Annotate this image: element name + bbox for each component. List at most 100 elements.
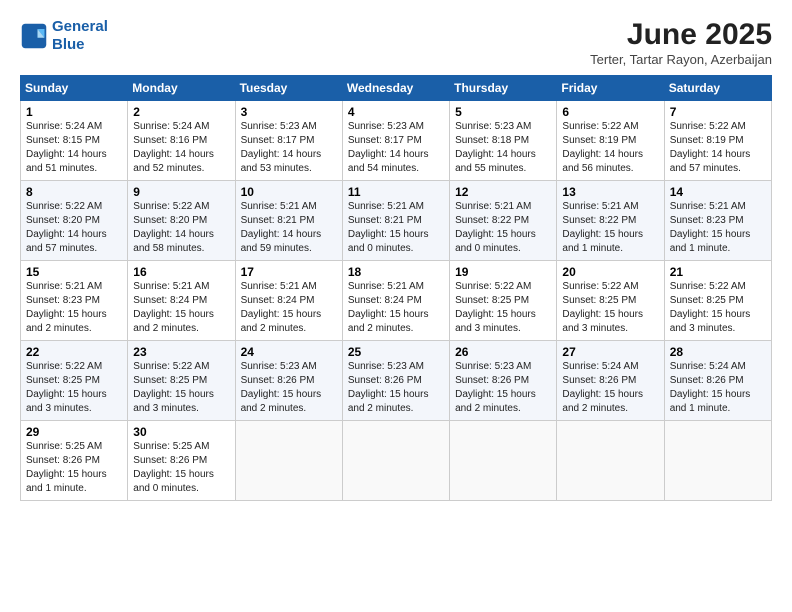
- calendar-cell: 26Sunrise: 5:23 AM Sunset: 8:26 PM Dayli…: [450, 341, 557, 421]
- calendar-cell: [342, 421, 449, 501]
- day-number: 30: [133, 425, 229, 439]
- day-number: 17: [241, 265, 337, 279]
- calendar-cell: 21Sunrise: 5:22 AM Sunset: 8:25 PM Dayli…: [664, 261, 771, 341]
- day-number: 22: [26, 345, 122, 359]
- calendar-cell: 8Sunrise: 5:22 AM Sunset: 8:20 PM Daylig…: [21, 181, 128, 261]
- day-info: Sunrise: 5:25 AM Sunset: 8:26 PM Dayligh…: [133, 440, 229, 496]
- calendar-cell: 25Sunrise: 5:23 AM Sunset: 8:26 PM Dayli…: [342, 341, 449, 421]
- logo: General Blue: [20, 18, 108, 54]
- day-number: 21: [670, 265, 766, 279]
- day-number: 28: [670, 345, 766, 359]
- day-info: Sunrise: 5:23 AM Sunset: 8:18 PM Dayligh…: [455, 120, 551, 176]
- col-header-monday: Monday: [128, 76, 235, 101]
- day-number: 27: [562, 345, 658, 359]
- calendar-cell: 23Sunrise: 5:22 AM Sunset: 8:25 PM Dayli…: [128, 341, 235, 421]
- calendar-cell: 10Sunrise: 5:21 AM Sunset: 8:21 PM Dayli…: [235, 181, 342, 261]
- logo-line1: General: [52, 18, 108, 35]
- day-number: 18: [348, 265, 444, 279]
- col-header-sunday: Sunday: [21, 76, 128, 101]
- day-number: 2: [133, 105, 229, 119]
- day-info: Sunrise: 5:21 AM Sunset: 8:21 PM Dayligh…: [241, 200, 337, 256]
- calendar-cell: 7Sunrise: 5:22 AM Sunset: 8:19 PM Daylig…: [664, 101, 771, 181]
- week-row-2: 8Sunrise: 5:22 AM Sunset: 8:20 PM Daylig…: [21, 181, 772, 261]
- day-info: Sunrise: 5:24 AM Sunset: 8:16 PM Dayligh…: [133, 120, 229, 176]
- day-number: 20: [562, 265, 658, 279]
- day-info: Sunrise: 5:22 AM Sunset: 8:25 PM Dayligh…: [133, 360, 229, 416]
- day-info: Sunrise: 5:22 AM Sunset: 8:25 PM Dayligh…: [562, 280, 658, 336]
- header-row: SundayMondayTuesdayWednesdayThursdayFrid…: [21, 76, 772, 101]
- day-info: Sunrise: 5:23 AM Sunset: 8:26 PM Dayligh…: [241, 360, 337, 416]
- day-info: Sunrise: 5:21 AM Sunset: 8:23 PM Dayligh…: [670, 200, 766, 256]
- day-number: 12: [455, 185, 551, 199]
- day-info: Sunrise: 5:21 AM Sunset: 8:23 PM Dayligh…: [26, 280, 122, 336]
- col-header-saturday: Saturday: [664, 76, 771, 101]
- calendar-cell: 15Sunrise: 5:21 AM Sunset: 8:23 PM Dayli…: [21, 261, 128, 341]
- calendar-cell: [235, 421, 342, 501]
- week-row-1: 1Sunrise: 5:24 AM Sunset: 8:15 PM Daylig…: [21, 101, 772, 181]
- day-number: 19: [455, 265, 551, 279]
- day-number: 13: [562, 185, 658, 199]
- day-info: Sunrise: 5:22 AM Sunset: 8:19 PM Dayligh…: [670, 120, 766, 176]
- day-info: Sunrise: 5:22 AM Sunset: 8:25 PM Dayligh…: [26, 360, 122, 416]
- day-info: Sunrise: 5:21 AM Sunset: 8:22 PM Dayligh…: [562, 200, 658, 256]
- day-number: 9: [133, 185, 229, 199]
- day-number: 23: [133, 345, 229, 359]
- day-info: Sunrise: 5:24 AM Sunset: 8:15 PM Dayligh…: [26, 120, 122, 176]
- day-info: Sunrise: 5:21 AM Sunset: 8:22 PM Dayligh…: [455, 200, 551, 256]
- title-block: June 2025 Terter, Tartar Rayon, Azerbaij…: [590, 18, 772, 67]
- logo-text: General Blue: [52, 18, 108, 54]
- calendar-cell: 17Sunrise: 5:21 AM Sunset: 8:24 PM Dayli…: [235, 261, 342, 341]
- calendar-cell: 27Sunrise: 5:24 AM Sunset: 8:26 PM Dayli…: [557, 341, 664, 421]
- col-header-thursday: Thursday: [450, 76, 557, 101]
- calendar-cell: 1Sunrise: 5:24 AM Sunset: 8:15 PM Daylig…: [21, 101, 128, 181]
- calendar-cell: [557, 421, 664, 501]
- calendar-cell: 28Sunrise: 5:24 AM Sunset: 8:26 PM Dayli…: [664, 341, 771, 421]
- week-row-4: 22Sunrise: 5:22 AM Sunset: 8:25 PM Dayli…: [21, 341, 772, 421]
- week-row-3: 15Sunrise: 5:21 AM Sunset: 8:23 PM Dayli…: [21, 261, 772, 341]
- day-info: Sunrise: 5:22 AM Sunset: 8:20 PM Dayligh…: [133, 200, 229, 256]
- day-info: Sunrise: 5:21 AM Sunset: 8:24 PM Dayligh…: [133, 280, 229, 336]
- page: General Blue June 2025 Terter, Tartar Ra…: [0, 0, 792, 612]
- calendar-cell: 4Sunrise: 5:23 AM Sunset: 8:17 PM Daylig…: [342, 101, 449, 181]
- calendar-cell: 22Sunrise: 5:22 AM Sunset: 8:25 PM Dayli…: [21, 341, 128, 421]
- calendar-cell: 29Sunrise: 5:25 AM Sunset: 8:26 PM Dayli…: [21, 421, 128, 501]
- calendar-cell: 11Sunrise: 5:21 AM Sunset: 8:21 PM Dayli…: [342, 181, 449, 261]
- col-header-wednesday: Wednesday: [342, 76, 449, 101]
- day-info: Sunrise: 5:23 AM Sunset: 8:17 PM Dayligh…: [241, 120, 337, 176]
- calendar-cell: 19Sunrise: 5:22 AM Sunset: 8:25 PM Dayli…: [450, 261, 557, 341]
- col-header-friday: Friday: [557, 76, 664, 101]
- calendar: SundayMondayTuesdayWednesdayThursdayFrid…: [20, 75, 772, 501]
- day-info: Sunrise: 5:23 AM Sunset: 8:26 PM Dayligh…: [455, 360, 551, 416]
- col-header-tuesday: Tuesday: [235, 76, 342, 101]
- day-number: 6: [562, 105, 658, 119]
- day-number: 11: [348, 185, 444, 199]
- day-info: Sunrise: 5:25 AM Sunset: 8:26 PM Dayligh…: [26, 440, 122, 496]
- calendar-cell: 14Sunrise: 5:21 AM Sunset: 8:23 PM Dayli…: [664, 181, 771, 261]
- day-info: Sunrise: 5:22 AM Sunset: 8:25 PM Dayligh…: [455, 280, 551, 336]
- day-info: Sunrise: 5:23 AM Sunset: 8:26 PM Dayligh…: [348, 360, 444, 416]
- day-info: Sunrise: 5:21 AM Sunset: 8:24 PM Dayligh…: [348, 280, 444, 336]
- calendar-cell: [450, 421, 557, 501]
- day-number: 24: [241, 345, 337, 359]
- day-number: 8: [26, 185, 122, 199]
- day-info: Sunrise: 5:23 AM Sunset: 8:17 PM Dayligh…: [348, 120, 444, 176]
- day-number: 1: [26, 105, 122, 119]
- calendar-cell: 2Sunrise: 5:24 AM Sunset: 8:16 PM Daylig…: [128, 101, 235, 181]
- day-info: Sunrise: 5:22 AM Sunset: 8:20 PM Dayligh…: [26, 200, 122, 256]
- day-info: Sunrise: 5:22 AM Sunset: 8:19 PM Dayligh…: [562, 120, 658, 176]
- logo-line2: Blue: [52, 36, 85, 53]
- day-info: Sunrise: 5:22 AM Sunset: 8:25 PM Dayligh…: [670, 280, 766, 336]
- day-number: 3: [241, 105, 337, 119]
- calendar-cell: 18Sunrise: 5:21 AM Sunset: 8:24 PM Dayli…: [342, 261, 449, 341]
- day-number: 5: [455, 105, 551, 119]
- week-row-5: 29Sunrise: 5:25 AM Sunset: 8:26 PM Dayli…: [21, 421, 772, 501]
- calendar-cell: 30Sunrise: 5:25 AM Sunset: 8:26 PM Dayli…: [128, 421, 235, 501]
- calendar-cell: 6Sunrise: 5:22 AM Sunset: 8:19 PM Daylig…: [557, 101, 664, 181]
- calendar-cell: 20Sunrise: 5:22 AM Sunset: 8:25 PM Dayli…: [557, 261, 664, 341]
- day-number: 16: [133, 265, 229, 279]
- location: Terter, Tartar Rayon, Azerbaijan: [590, 52, 772, 67]
- calendar-cell: 5Sunrise: 5:23 AM Sunset: 8:18 PM Daylig…: [450, 101, 557, 181]
- calendar-cell: 9Sunrise: 5:22 AM Sunset: 8:20 PM Daylig…: [128, 181, 235, 261]
- calendar-cell: [664, 421, 771, 501]
- calendar-cell: 3Sunrise: 5:23 AM Sunset: 8:17 PM Daylig…: [235, 101, 342, 181]
